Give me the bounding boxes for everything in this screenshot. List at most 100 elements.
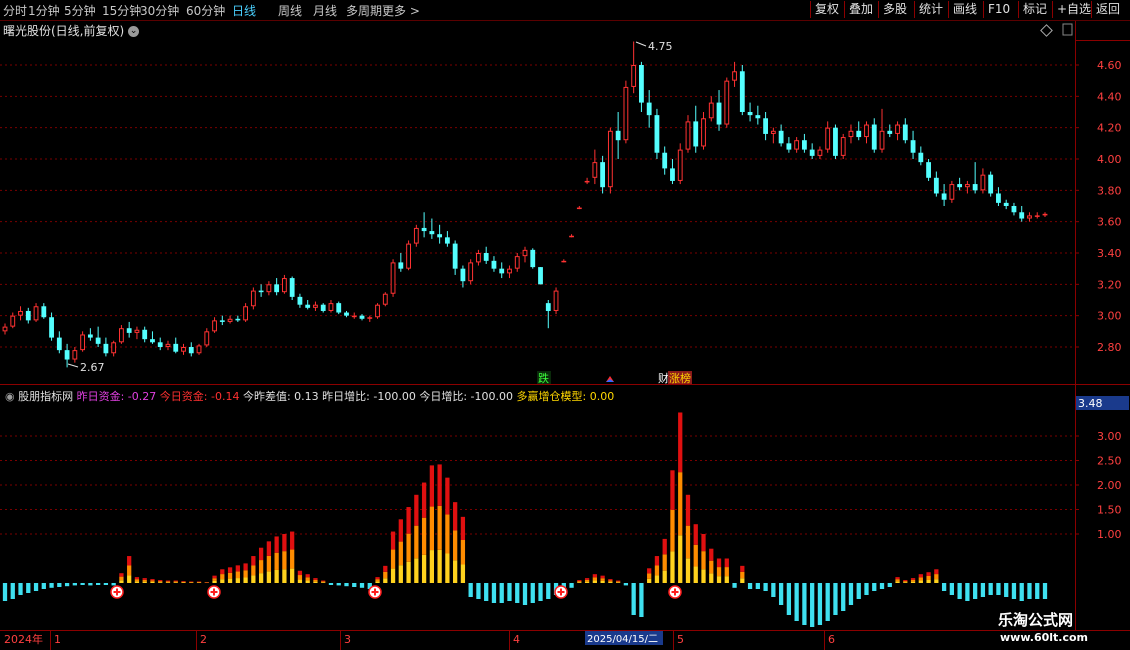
period-tab-10[interactable]: 更多 > — [382, 2, 420, 19]
indicator-bar-negative — [491, 583, 497, 603]
indicator-legend-item-3: 昨日增比: -100.00 — [322, 390, 420, 403]
indicator-bar-positive — [608, 579, 613, 581]
candle-body — [545, 303, 551, 311]
candle-body — [561, 260, 567, 263]
period-tab-7[interactable]: 周线 — [278, 2, 302, 19]
indicator-name[interactable]: 股朋指标网 — [18, 390, 77, 403]
indicator-bar-positive — [243, 570, 248, 578]
indicator-bar-positive — [647, 568, 652, 574]
indicator-bar-negative — [763, 583, 768, 591]
price-high-pointer — [635, 41, 647, 47]
indicator-bar-positive — [165, 580, 171, 582]
candle-body — [631, 65, 637, 87]
candle-body — [87, 334, 93, 338]
indicator-bar-positive — [934, 579, 939, 583]
diamond-icon[interactable] — [1040, 24, 1053, 37]
period-tab-0[interactable]: 分时 — [3, 2, 27, 19]
indicator-bar-negative — [1027, 583, 1032, 599]
indicator-legend-item-5: 多赢增仓模型: 0.00 — [516, 390, 615, 403]
candle-body — [56, 337, 62, 351]
indicator-bar-negative — [794, 583, 799, 621]
candle-body — [980, 174, 986, 191]
candle-body — [739, 71, 745, 112]
indicator-legend-item-2: 今昨差值: 0.13 — [242, 390, 323, 403]
toolbar-button-2[interactable]: 多股 — [878, 1, 911, 18]
candle-body — [359, 315, 365, 319]
candle-body — [615, 130, 621, 141]
candle-body — [708, 102, 714, 119]
indicator-bar-positive — [282, 534, 287, 552]
candle-body — [406, 243, 411, 269]
indicator-bar-positive — [895, 581, 900, 583]
toolbar-button-3[interactable]: 统计 — [914, 1, 947, 18]
period-tab-8[interactable]: 月线 — [313, 2, 337, 19]
indicator-bar-negative — [639, 583, 644, 617]
period-tab-9[interactable]: 多周期 — [346, 2, 382, 19]
candle-body — [243, 306, 249, 321]
candle-body — [1034, 215, 1040, 217]
period-tab-6[interactable]: 日线 — [232, 2, 256, 19]
candle-body — [918, 152, 924, 163]
indicator-bar-positive — [592, 574, 597, 578]
indicator-bar-positive — [608, 581, 613, 583]
indicator-bar-negative — [1004, 583, 1009, 597]
toolbar-button-5[interactable]: F10 — [983, 1, 1014, 18]
period-tab-4[interactable]: 30分钟 — [140, 2, 179, 19]
chevron-down-icon[interactable]: ⌄ — [128, 26, 140, 37]
candle-body — [212, 320, 217, 332]
toolbar-button-0[interactable]: 复权 — [810, 1, 843, 18]
period-tab-1[interactable]: 1分钟 — [28, 2, 60, 19]
indicator-bar-positive — [414, 525, 419, 559]
candle-body — [297, 296, 303, 305]
toolbar-button-6[interactable]: 标记 — [1018, 1, 1051, 18]
candle-body — [910, 140, 916, 153]
price-low-pointer — [67, 363, 79, 368]
candle-body — [623, 86, 629, 141]
period-tab-5[interactable]: 60分钟 — [186, 2, 225, 19]
price-tick-label: 2.80 — [1097, 341, 1122, 354]
indicator-bar-positive — [383, 578, 388, 583]
indicator-bar-positive — [196, 581, 202, 583]
indicator-bar-positive — [305, 574, 310, 578]
indicator-bar-positive — [693, 544, 698, 567]
toolbar-button-8[interactable]: 返回 — [1091, 1, 1124, 18]
indicator-legend-item-1: 今日资金: -0.14 — [159, 390, 243, 403]
indicator-bar-negative — [2, 583, 8, 601]
candle-body — [926, 162, 931, 178]
indicator-bar-negative — [623, 583, 629, 586]
candle-body — [351, 315, 357, 318]
indicator-bar-negative — [887, 583, 892, 587]
indicator-bar-positive — [670, 509, 675, 552]
toolbar-button-1[interactable]: 叠加 — [844, 1, 877, 18]
indicator-bar-positive — [406, 561, 411, 583]
indicator-bar-positive — [421, 482, 427, 518]
candle-body — [367, 317, 373, 319]
indicator-bar-negative — [88, 583, 93, 586]
indicator-bar-positive — [227, 572, 233, 579]
candle-body — [1011, 206, 1017, 213]
price-high-label: 4.75 — [648, 40, 673, 53]
indicator-bar-positive — [158, 580, 163, 582]
toolbar-button-7[interactable]: +自选 — [1052, 1, 1095, 18]
toolbar-button-4[interactable]: 画线 — [948, 1, 981, 18]
indicator-bar-positive — [414, 494, 419, 526]
indicator-bar-positive — [662, 538, 667, 555]
candle-body — [41, 306, 47, 318]
indicator-bar-positive — [297, 579, 303, 583]
indicator-bar-positive — [297, 570, 303, 576]
candle-body — [18, 310, 23, 316]
indicator-bar-positive — [266, 541, 272, 556]
indicator-bar-negative — [872, 583, 877, 591]
candle-body — [126, 328, 132, 333]
indicator-bar-negative — [786, 583, 792, 615]
indicator-settings-icon[interactable]: ◉ — [5, 390, 18, 403]
indicator-bar-positive — [158, 582, 163, 583]
indicator-bar-positive — [119, 576, 124, 581]
indicator-bar-negative — [546, 583, 551, 599]
candle-body — [72, 350, 78, 360]
period-tab-2[interactable]: 5分钟 — [64, 2, 96, 19]
period-tab-3[interactable]: 15分钟 — [102, 2, 141, 19]
candle-body — [49, 317, 54, 338]
stock-title[interactable]: 曙光股份(日线,前复权) ⌄ — [3, 22, 140, 39]
indicator-bar-positive — [460, 516, 466, 541]
